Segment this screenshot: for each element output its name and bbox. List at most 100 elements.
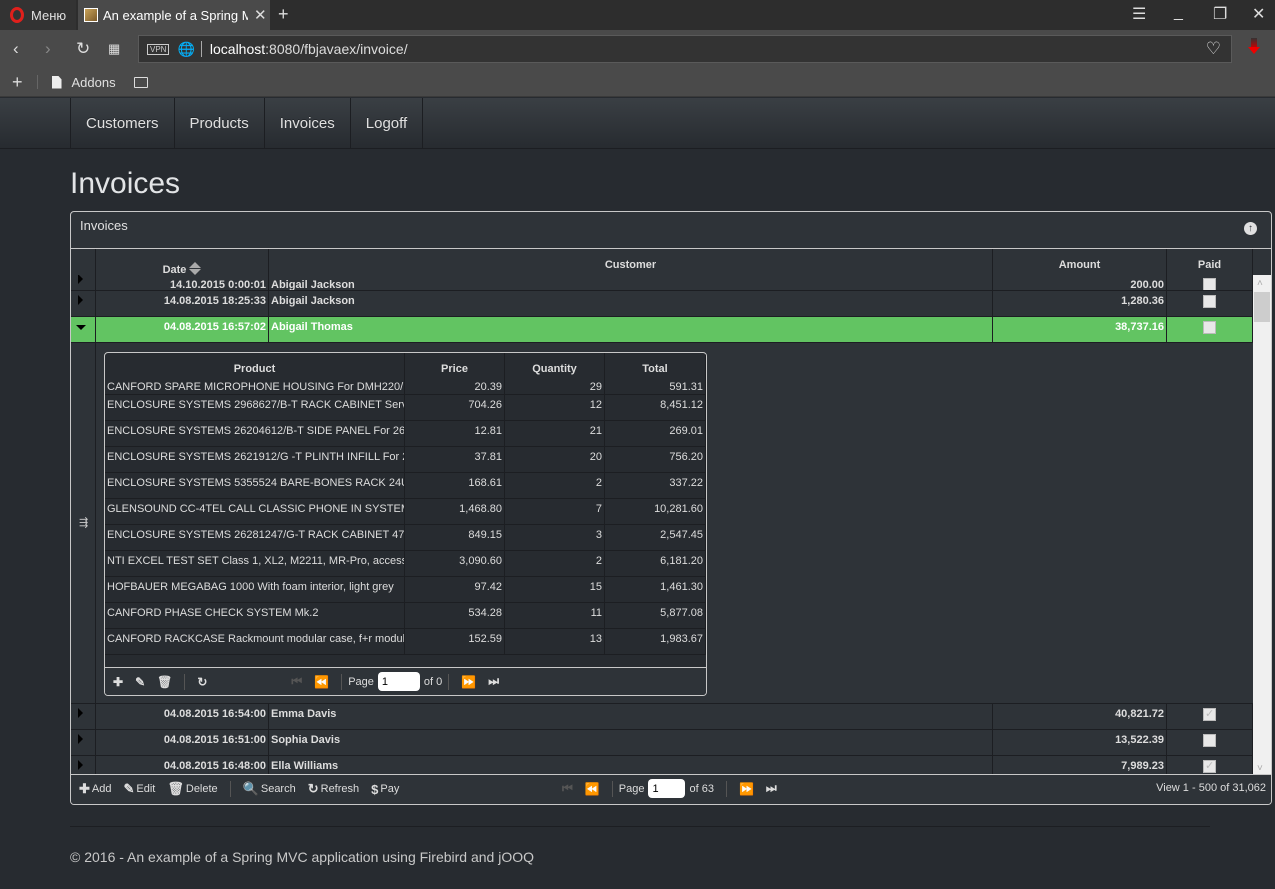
add-line-icon[interactable]: ✚ [113, 675, 123, 689]
header-date[interactable]: Date [96, 249, 269, 276]
paid-checkbox[interactable] [1203, 759, 1216, 773]
refresh-button[interactable]: ↻ Refresh [308, 781, 359, 797]
plus-icon: ✚ [79, 781, 90, 796]
edit-button[interactable]: ✎ Edit [123, 781, 155, 797]
minimize-icon[interactable]: _ [1174, 4, 1183, 22]
grid-scrollbar[interactable]: ˄ ˅ [1253, 275, 1271, 776]
expand-icon[interactable] [78, 734, 83, 744]
header-customer[interactable]: Customer [269, 249, 993, 275]
page-label: Page [618, 782, 645, 795]
invoices-grid: Invoices ↑ Date Customer Amount Paid 14.… [70, 211, 1272, 805]
invoice-line-row[interactable]: CANFORD RACKCASE Rackmount modular case,… [105, 629, 706, 655]
bookmarks-bar: + Addons [0, 68, 1275, 97]
cell-total: 6,181.20 [605, 551, 706, 576]
last-page-icon[interactable]: ⏭ [488, 674, 499, 689]
paid-checkbox[interactable] [1203, 707, 1216, 721]
cell-price: 534.28 [405, 603, 505, 628]
invoice-line-row[interactable]: ENCLOSURE SYSTEMS 2621912/G -T PLINTH IN… [105, 447, 706, 473]
refresh-lines-icon[interactable]: ↻ [197, 675, 207, 689]
cell-total: 591.31 [605, 368, 706, 394]
nav-logoff[interactable]: Logoff [351, 98, 424, 149]
cell-total: 1,983.67 [605, 629, 706, 654]
cell-amount: 38,737.16 [993, 317, 1167, 342]
invoice-line-row[interactable]: ENCLOSURE SYSTEMS 2968627/B-T RACK CABIN… [105, 395, 706, 421]
scroll-thumb[interactable] [1254, 292, 1270, 322]
delete-button[interactable]: 🗑 Delete [167, 781, 217, 797]
page-input[interactable] [648, 779, 686, 798]
invoice-lines-row: ⇶ Product Price Quantity Total CANFORD S… [71, 343, 1253, 704]
expand-icon[interactable] [78, 760, 83, 770]
download-icon[interactable] [1248, 38, 1260, 56]
speed-dial-icon[interactable]: ▦ [108, 41, 120, 57]
invoice-line-row[interactable]: CANFORD PHASE CHECK SYSTEM Mk.2 534.28 11 5… [105, 603, 706, 629]
page-total: of 63 [689, 782, 714, 795]
reload-icon[interactable]: ↻ [76, 39, 90, 59]
paid-checkbox[interactable] [1203, 295, 1216, 308]
table-row[interactable]: 04.08.2015 16:51:00 Sophia Davis 13,522.39 [71, 730, 1253, 756]
browser-menu-button[interactable]: Меню [0, 0, 76, 30]
table-row-selected[interactable]: 04.08.2015 16:57:02 Abigail Thomas 38,73… [71, 317, 1253, 343]
subgrid-page-input[interactable] [377, 672, 420, 691]
cell-total: 269.01 [605, 421, 706, 446]
add-bookmark-icon[interactable]: + [12, 72, 23, 93]
cell-total: 1,461.30 [605, 577, 706, 602]
table-row[interactable]: 04.08.2015 16:48:00 Ella Williams 7,989.23 [71, 756, 1253, 776]
invoice-line-row[interactable]: ENCLOSURE SYSTEMS 26204612/B-T SIDE PANE… [105, 421, 706, 447]
scroll-down-icon[interactable]: ˅ [1257, 763, 1263, 774]
invoice-line-row[interactable]: HOFBAUER MEGABAG 1000 With foam interior… [105, 577, 706, 603]
delete-line-icon[interactable]: 🗑 [157, 675, 172, 689]
collapse-grid-icon[interactable]: ↑ [1244, 222, 1257, 235]
nav-products[interactable]: Products [175, 98, 265, 149]
back-icon[interactable]: ‹ [13, 39, 19, 59]
cell-quantity: 7 [505, 499, 605, 524]
pay-button[interactable]: $ Pay [371, 782, 399, 797]
paid-checkbox[interactable] [1203, 278, 1216, 290]
invoice-line-row[interactable]: NTI EXCEL TEST SET Class 1, XL2, M2211, … [105, 551, 706, 577]
bookmark-addons[interactable]: Addons [72, 75, 116, 90]
url-separator [200, 41, 202, 57]
close-window-icon[interactable]: ✕ [1252, 4, 1265, 24]
invoice-line-row[interactable]: ENCLOSURE SYSTEMS 26281247/G-T RACK CABI… [105, 525, 706, 551]
table-row[interactable]: 04.08.2015 16:54:00 Emma Davis 40,821.72 [71, 704, 1253, 730]
first-page-icon[interactable]: ⏮ [562, 781, 573, 796]
new-tab-icon[interactable]: + [278, 4, 289, 25]
paid-checkbox[interactable] [1203, 321, 1216, 334]
last-page-icon[interactable]: ⏭ [766, 781, 777, 796]
table-row[interactable]: 14.10.2015 0:00:01 Abigail Jackson 200.0… [71, 275, 1253, 291]
next-page-icon[interactable]: ⏩ [739, 782, 754, 796]
close-tab-icon[interactable]: ✕ [254, 6, 267, 24]
folder-icon[interactable] [133, 76, 148, 88]
invoice-line-row[interactable]: ENCLOSURE SYSTEMS 5355524 BARE-BONES RAC… [105, 473, 706, 499]
table-row[interactable]: 14.08.2015 18:25:33 Abigail Jackson 1,28… [71, 291, 1253, 317]
sort-icon[interactable] [189, 262, 202, 276]
first-page-icon[interactable]: ⏮ [291, 674, 302, 689]
next-page-icon[interactable]: ⏩ [461, 675, 476, 689]
expand-icon[interactable] [78, 275, 83, 284]
paid-checkbox[interactable] [1203, 734, 1216, 747]
search-button[interactable]: 🔍 Search [243, 781, 296, 797]
scroll-up-icon[interactable]: ˄ [1257, 278, 1263, 289]
nav-customers[interactable]: Customers [71, 98, 175, 149]
bookmark-heart-icon[interactable]: ♡ [1206, 39, 1221, 59]
prev-page-icon[interactable]: ⏪ [585, 782, 600, 796]
cell-quantity: 11 [505, 603, 605, 628]
expand-icon[interactable] [78, 295, 83, 305]
url-field[interactable]: VPN 🌐 localhost:8080/fbjavaex/invoice/ ♡ [138, 35, 1232, 63]
cell-quantity: 21 [505, 421, 605, 446]
nav-invoices[interactable]: Invoices [265, 98, 351, 149]
expand-icon[interactable] [78, 708, 83, 718]
header-amount[interactable]: Amount [993, 249, 1167, 275]
browser-tab-active[interactable]: An example of a Spring MVC ✕ [78, 0, 270, 30]
collapse-icon[interactable] [76, 325, 86, 330]
invoice-line-row[interactable]: CANFORD SPARE MICROPHONE HOUSING For DMH… [105, 368, 706, 395]
header-paid[interactable]: Paid [1167, 249, 1253, 275]
prev-page-icon[interactable]: ⏪ [314, 675, 329, 689]
invoice-line-row[interactable]: GLENSOUND CC-4TEL CALL CLASSIC PHONE IN … [105, 499, 706, 525]
cell-quantity: 12 [505, 395, 605, 420]
restore-icon[interactable]: ❐ [1213, 4, 1227, 24]
forward-icon[interactable]: › [45, 39, 51, 59]
vpn-badge[interactable]: VPN [147, 43, 170, 55]
edit-line-icon[interactable]: ✎ [135, 675, 145, 689]
add-button[interactable]: ✚ Add [79, 781, 111, 797]
tab-menu-icon[interactable]: ☰ [1132, 4, 1146, 24]
